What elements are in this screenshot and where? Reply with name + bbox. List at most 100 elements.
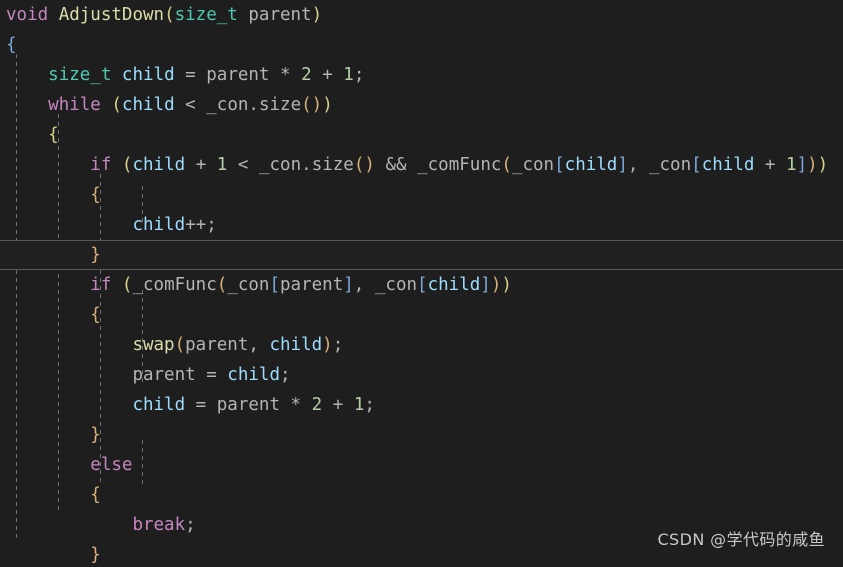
token-lbracket: [ <box>417 275 428 295</box>
code-line-9-current[interactable]: } <box>0 240 843 270</box>
token-rparen: ) <box>364 155 375 175</box>
token-comma: , <box>248 335 259 355</box>
token-var-child: child <box>564 155 618 175</box>
token-rparen: ) <box>817 155 829 175</box>
token-param-parent: parent <box>248 5 312 25</box>
token-semicolon: ; <box>332 335 344 355</box>
token-lbrace-lvl2: { <box>48 125 59 145</box>
code-content[interactable]: void AdjustDown(size_t parent) { size_t … <box>0 0 843 567</box>
token-method-size: size <box>311 155 354 175</box>
token-lbrace-lvl1: { <box>6 35 17 55</box>
token-keyword-if: if <box>90 275 112 295</box>
token-dot: . <box>248 95 259 115</box>
token-lparen: ( <box>301 95 312 115</box>
token-rbracket: ] <box>343 275 354 295</box>
code-editor[interactable]: void AdjustDown(size_t parent) { size_t … <box>0 0 843 567</box>
token-lparen: ( <box>174 335 186 355</box>
token-semicolon: ; <box>353 65 365 85</box>
token-op-and: && <box>385 155 407 175</box>
token-op-lt: < <box>237 155 249 175</box>
token-var-parent: parent <box>216 395 280 415</box>
token-rbracket: ] <box>617 155 628 175</box>
token-member-con: _con <box>648 155 692 175</box>
code-line-17[interactable]: { <box>0 480 843 510</box>
token-lparen: ( <box>121 155 133 175</box>
token-keyword-else: else <box>90 455 133 475</box>
token-keyword-while: while <box>48 95 101 115</box>
code-line-3[interactable]: size_t child = parent * 2 + 1; <box>0 60 843 90</box>
code-line-7[interactable]: { <box>0 180 843 210</box>
token-op-assign: = <box>185 65 196 85</box>
token-var-child: child <box>121 65 175 85</box>
token-op-lt: < <box>185 95 196 115</box>
code-line-2[interactable]: { <box>0 30 843 60</box>
token-num-1: 1 <box>786 155 797 175</box>
token-rbracket: ] <box>796 155 808 175</box>
token-num-2: 2 <box>311 395 323 415</box>
token-var-child: child <box>227 365 280 385</box>
token-rbrace-lvl3: } <box>90 245 101 265</box>
token-lbrace-lvl3: { <box>90 485 101 505</box>
token-num-1: 1 <box>216 155 228 175</box>
token-member-con: _con <box>206 95 249 115</box>
token-var-child: child <box>269 335 323 355</box>
code-line-10[interactable]: if (_comFunc(_con[parent], _con[child])) <box>0 270 843 300</box>
token-function-swap: swap <box>132 335 175 355</box>
token-member-con: _con <box>227 275 270 295</box>
token-var-parent: parent <box>185 335 249 355</box>
code-line-5[interactable]: { <box>0 120 843 150</box>
token-lparen: ( <box>164 5 175 25</box>
code-line-16[interactable]: else <box>0 450 843 480</box>
code-line-14[interactable]: child = parent * 2 + 1; <box>0 390 843 420</box>
code-line-6[interactable]: if (child + 1 < _con.size() && _comFunc(… <box>0 150 843 180</box>
code-line-15[interactable]: } <box>0 420 843 450</box>
token-op-plus: + <box>322 65 333 85</box>
token-var-parent: parent <box>206 65 270 85</box>
code-line-4[interactable]: while (child < _con.size()) <box>0 90 843 120</box>
code-line-12[interactable]: swap(parent, child); <box>0 330 843 360</box>
token-rparen: ) <box>311 95 323 115</box>
code-line-1[interactable]: void AdjustDown(size_t parent) <box>0 0 843 30</box>
token-member-con: _con <box>374 275 418 295</box>
token-lparen: ( <box>216 275 228 295</box>
token-type-size-t: size_t <box>174 5 238 25</box>
token-rparen: ) <box>311 5 323 25</box>
code-line-8[interactable]: child++; <box>0 210 843 240</box>
token-rbracket: ] <box>480 275 491 295</box>
token-var-child: child <box>132 215 186 235</box>
token-function-name: AdjustDown <box>58 5 165 25</box>
token-member-comfunc: _comFunc <box>132 275 217 295</box>
code-line-13[interactable]: parent = child; <box>0 360 843 390</box>
token-var-child: child <box>132 155 186 175</box>
token-member-con: _con <box>258 155 302 175</box>
code-line-11[interactable]: { <box>0 300 843 330</box>
